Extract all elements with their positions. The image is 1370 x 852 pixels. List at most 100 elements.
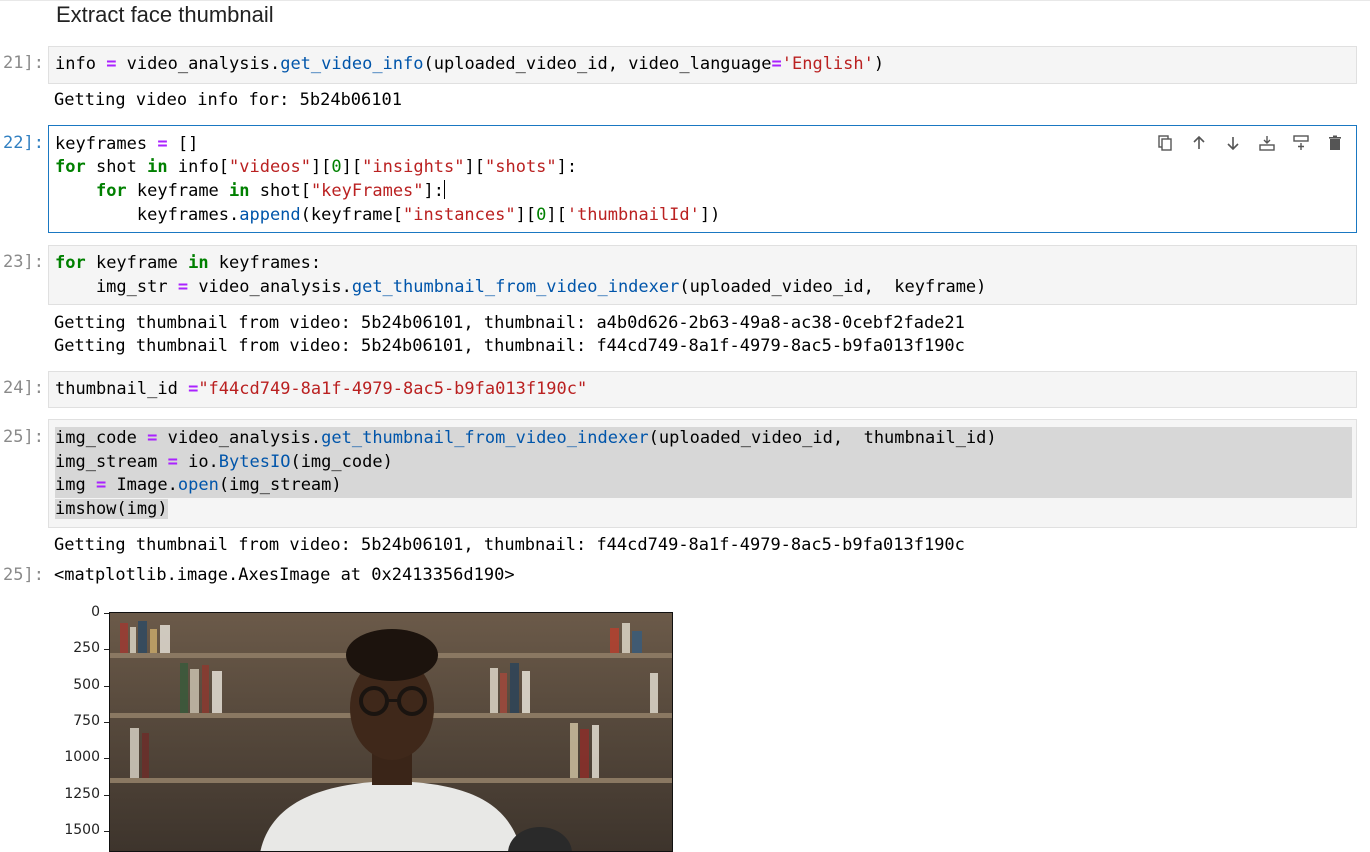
code-token: 0 [536, 205, 547, 225]
insert-below-button[interactable] [1290, 132, 1312, 154]
code-token: video_analysis. [188, 277, 352, 297]
code-token: imshow(img) [55, 499, 168, 519]
code-token: = [177, 277, 189, 297]
code-token: keyframe [126, 181, 230, 201]
code-token: = [157, 134, 168, 154]
code-token: get_video_info [280, 54, 424, 74]
code-line: thumbnail_id ="f44cd749-8a1f-4979-8ac5-b… [55, 378, 587, 402]
code-token: ][ [310, 157, 332, 177]
code-token: in [147, 157, 168, 177]
code-token: img_str [55, 277, 178, 297]
cell-prompt-24: 24]: [3, 378, 44, 398]
code-token: img [55, 475, 96, 495]
text-cursor [444, 180, 446, 199]
code-token: = [188, 379, 199, 399]
insert-above-icon [1259, 136, 1275, 151]
code-token: 'thumbnailId' [566, 205, 700, 225]
code-token: = [771, 54, 782, 74]
y-tick-label: 750 [73, 713, 100, 729]
code-token: (uploaded_video_id, keyframe) [679, 277, 987, 297]
insert-above-button[interactable] [1256, 132, 1278, 154]
code-token: for [55, 157, 86, 177]
code-token: keyframes [55, 134, 158, 154]
code-cell-22[interactable]: keyframes = [] for shot in info["videos"… [48, 125, 1357, 233]
delete-cell-button[interactable] [1324, 132, 1346, 154]
thumbnail-picture [110, 613, 672, 851]
code-line: img_stream = io.BytesIO(img_code) [55, 451, 1352, 475]
code-token: = [95, 475, 107, 495]
code-token: keyframe [85, 253, 189, 273]
code-token: io. [177, 452, 219, 472]
code-token: = [167, 452, 178, 472]
move-up-button[interactable] [1188, 132, 1210, 154]
code-line: img_str = video_analysis.get_thumbnail_f… [55, 276, 986, 300]
code-token: ]: [423, 181, 445, 201]
code-cell-24[interactable]: thumbnail_id ="f44cd749-8a1f-4979-8ac5-b… [48, 371, 1357, 408]
duplicate-icon [1158, 135, 1172, 151]
y-tick-label: 250 [73, 640, 100, 656]
code-line: info = video_analysis.get_video_info(upl… [55, 53, 884, 77]
code-token: "instances" [403, 205, 516, 225]
y-tick-label: 1000 [64, 749, 100, 765]
duplicate-cell-button[interactable] [1154, 132, 1176, 154]
code-token: info [55, 54, 107, 74]
cell-output-25: Getting thumbnail from video: 5b24b06101… [54, 535, 965, 555]
code-cell-23[interactable]: for keyframe in keyframes: img_str = vid… [48, 245, 1357, 305]
code-token: (keyframe[ [300, 205, 404, 225]
move-up-icon [1193, 135, 1205, 149]
y-tick-label: 0 [91, 604, 100, 620]
code-token: "shots" [485, 157, 557, 177]
code-token: Image. [106, 475, 178, 495]
code-token: ][ [341, 157, 363, 177]
code-token: = [106, 54, 117, 74]
cell-prompt-23: 23]: [3, 252, 44, 272]
move-down-button[interactable] [1222, 132, 1244, 154]
code-token: keyframes: [208, 253, 322, 273]
delete-icon [1329, 135, 1341, 150]
code-token: (uploaded_video_id, video_language [423, 54, 772, 74]
code-token: (img_code) [290, 452, 393, 472]
code-token: ][ [464, 157, 485, 177]
cell-prompt-25: 25]: [3, 427, 44, 447]
insert-below-icon [1293, 135, 1309, 150]
code-token: video_analysis. [157, 428, 322, 448]
y-tick-label: 1500 [64, 822, 100, 838]
code-token: img_stream [55, 452, 168, 472]
code-token: 'English' [781, 54, 874, 74]
code-token: keyframes. [55, 205, 240, 225]
code-token: for [55, 253, 86, 273]
move-down-icon [1227, 137, 1239, 151]
code-token: = [147, 428, 158, 448]
code-token: img_code [55, 428, 148, 448]
cell-result-prompt-25: 25]: [3, 565, 44, 585]
cell-toolbar [1154, 132, 1346, 154]
code-line: for keyframe in shot["keyFrames"]: [55, 180, 446, 204]
code-token: video_analysis. [116, 54, 281, 74]
code-cell-21[interactable]: info = video_analysis.get_video_info(upl… [48, 46, 1357, 84]
code-token: shot[ [249, 181, 311, 201]
code-token: ][ [515, 205, 537, 225]
code-token: "f44cd749-8a1f-4979-8ac5-b9fa013f190c" [198, 379, 588, 399]
code-line: for keyframe in keyframes: [55, 252, 321, 276]
code-line: keyframes.append(keyframe["instances"][0… [55, 204, 721, 228]
code-token: ]) [699, 205, 721, 225]
imshow-axes: 0 250 500 750 1000 1250 1500 [56, 603, 696, 852]
selected-text: img = Image.open(img_stream) [55, 474, 1352, 498]
cell-result-25: <matplotlib.image.AxesImage at 0x2413356… [54, 565, 515, 585]
code-token: append [239, 205, 301, 225]
cell-prompt-22: 22]: [3, 133, 44, 153]
code-token: BytesIO [218, 452, 291, 472]
code-token: shot [85, 157, 148, 177]
code-token: [] [167, 134, 199, 154]
code-token: "keyFrames" [310, 181, 424, 201]
selected-text: imshow(img) [55, 499, 168, 519]
code-cell-25[interactable]: img_code = video_analysis.get_thumbnail_… [48, 419, 1357, 528]
code-token: thumbnail_id [55, 379, 189, 399]
code-token: (img_stream) [218, 475, 342, 495]
code-token: open [177, 475, 219, 495]
selected-text: img_code = video_analysis.get_thumbnail_… [55, 427, 1352, 451]
code-token: 0 [331, 157, 342, 177]
code-line: img = Image.open(img_stream) [55, 474, 1352, 498]
code-token: info[ [167, 157, 230, 177]
